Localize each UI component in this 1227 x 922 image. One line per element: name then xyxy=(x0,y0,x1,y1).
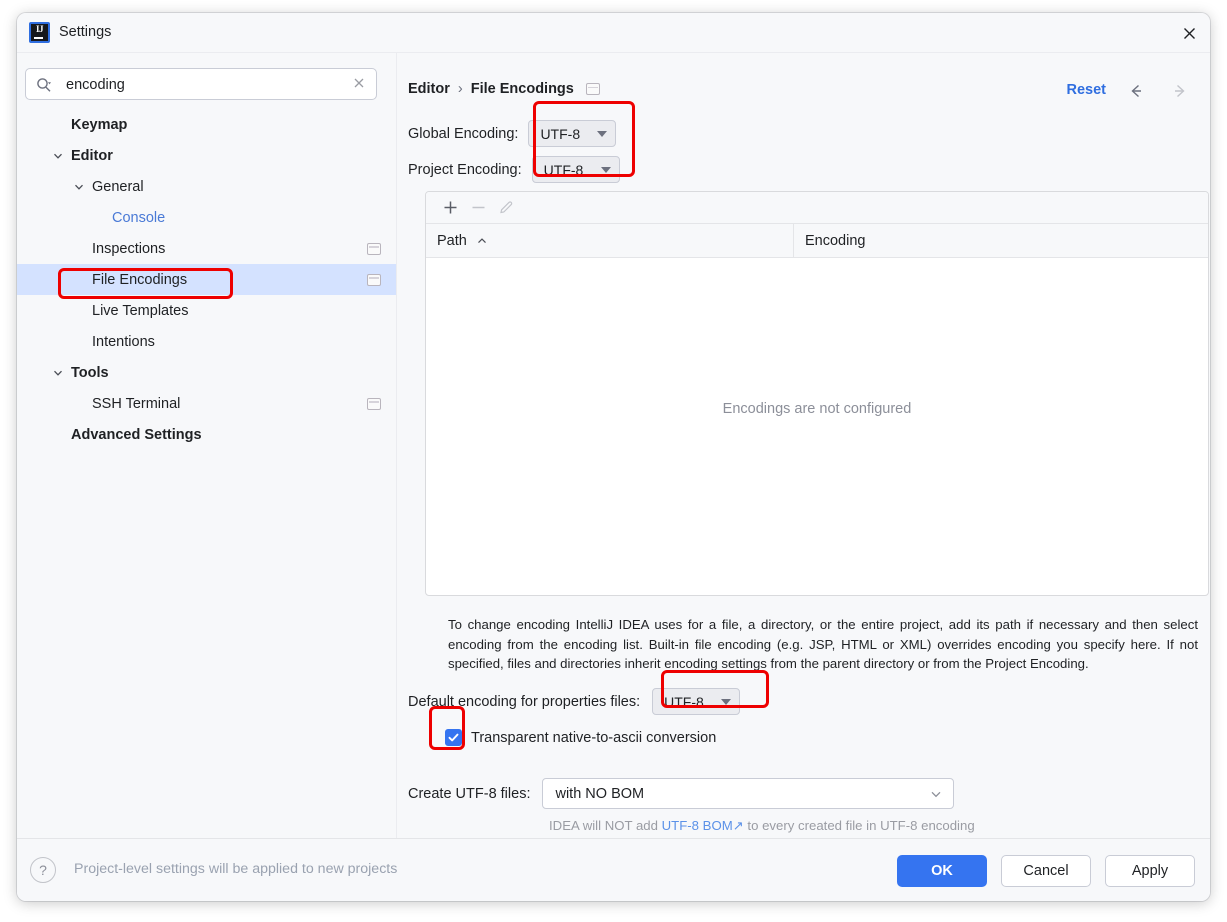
pencil-icon xyxy=(492,196,520,220)
screenshot-root: IJ Settings KeymapEditorGener xyxy=(0,0,1227,922)
settings-tree[interactable]: Keymap Editor General Console Inspections Fil… xyxy=(17,109,396,839)
default-properties-encoding-label: Default encoding for properties files: xyxy=(408,693,641,710)
breadcrumb-current: File Encodings xyxy=(470,81,574,97)
default-properties-encoding-dropdown[interactable]: UTF-8 xyxy=(652,688,741,715)
project-encoding-value: UTF-8 xyxy=(543,161,584,178)
project-scope-badge-icon xyxy=(585,83,600,95)
breadcrumb-separator: › xyxy=(457,81,463,97)
chevron-down-icon[interactable] xyxy=(72,180,86,194)
content-pane: Editor › File Encodings Reset Global Enc… xyxy=(397,53,1210,839)
encodings-description: To change encoding IntelliJ IDEA uses fo… xyxy=(448,617,1198,671)
project-scope-badge-icon xyxy=(367,397,381,410)
logo-text: IJ xyxy=(35,24,44,34)
sidebar-item-label: File Encodings xyxy=(92,271,188,288)
encodings-table-toolbar xyxy=(426,192,1208,224)
sidebar-item-label: Console xyxy=(112,209,166,226)
ok-button[interactable]: OK xyxy=(897,855,987,887)
plus-icon[interactable] xyxy=(436,196,464,220)
create-utf8-files-label: Create UTF-8 files: xyxy=(408,785,531,802)
breadcrumb-parent[interactable]: Editor xyxy=(408,81,450,97)
arrow-left-icon[interactable] xyxy=(1126,81,1146,101)
sidebar-item-general[interactable]: General xyxy=(17,171,396,202)
close-icon[interactable] xyxy=(1176,20,1202,46)
create-utf8-files-hint: IDEA will NOT add UTF-8 BOM↗ to every cr… xyxy=(549,818,975,834)
external-link-icon: ↗ xyxy=(732,818,744,833)
footer-note: Project-level settings will be applied t… xyxy=(74,861,398,877)
settings-dialog: IJ Settings KeymapEditorGener xyxy=(17,13,1210,901)
search-field[interactable] xyxy=(25,68,377,101)
search-input[interactable] xyxy=(64,69,348,101)
sidebar-item-label: General xyxy=(92,178,144,195)
hint-text-after: to every created file in UTF-8 encoding xyxy=(743,818,975,833)
sidebar-item-live-templates[interactable]: Live Templates xyxy=(17,295,396,326)
logo-underline xyxy=(34,37,43,39)
project-encoding-row: Project Encoding: UTF-8 xyxy=(408,156,620,183)
sidebar-item-console[interactable]: Console xyxy=(17,202,396,233)
sidebar-item-label: Intentions xyxy=(92,333,155,350)
chevron-down-icon xyxy=(721,698,732,705)
project-scope-badge-icon xyxy=(367,273,381,286)
reset-link[interactable]: Reset xyxy=(1067,82,1107,98)
sidebar-item-file-encodings[interactable]: File Encodings xyxy=(17,264,396,295)
sidebar-item-inspections[interactable]: Inspections xyxy=(17,233,396,264)
window-title: Settings xyxy=(59,24,112,40)
breadcrumb: Editor › File Encodings xyxy=(408,81,600,97)
chevron-down-icon[interactable] xyxy=(51,149,65,163)
chevron-up-icon xyxy=(476,235,488,247)
intellij-idea-logo-icon: IJ xyxy=(29,22,50,43)
chevron-down-icon xyxy=(929,787,943,801)
default-properties-encoding-value: UTF-8 xyxy=(664,693,704,710)
sidebar-item-label: SSH Terminal xyxy=(92,395,181,412)
utf8-bom-link[interactable]: UTF-8 BOM xyxy=(662,818,733,833)
help-icon[interactable]: ? xyxy=(30,857,56,883)
cancel-button[interactable]: Cancel xyxy=(1001,855,1091,887)
sidebar-item-tools[interactable]: Tools xyxy=(17,357,396,388)
dialog-footer: ? Project-level settings will be applied… xyxy=(17,838,1210,901)
global-encoding-row: Global Encoding: UTF-8 xyxy=(408,120,617,147)
sidebar-item-ssh-terminal[interactable]: SSH Terminal xyxy=(17,388,396,419)
project-encoding-dropdown[interactable]: UTF-8 xyxy=(531,156,620,183)
create-utf8-files-dropdown[interactable]: with NO BOM xyxy=(542,778,955,809)
encodings-table-empty-message: Encodings are not configured xyxy=(722,401,912,417)
transparent-conversion-row[interactable]: Transparent native-to-ascii conversion xyxy=(445,729,716,746)
default-properties-encoding-row: Default encoding for properties files: U… xyxy=(408,688,741,715)
sidebar-item-label: Inspections xyxy=(92,240,166,257)
clear-search-icon[interactable] xyxy=(352,76,368,92)
chevron-down-icon xyxy=(600,166,611,173)
apply-button[interactable]: Apply xyxy=(1105,855,1195,887)
sidebar-item-label: Live Templates xyxy=(92,302,189,319)
arrow-right-icon xyxy=(1170,81,1190,101)
project-scope-badge-icon xyxy=(367,242,381,255)
transparent-conversion-label: Transparent native-to-ascii conversion xyxy=(471,729,717,746)
global-encoding-label: Global Encoding: xyxy=(408,125,519,142)
sidebar-item-label: Tools xyxy=(71,364,109,381)
create-utf8-files-value: with NO BOM xyxy=(555,785,645,802)
global-encoding-value: UTF-8 xyxy=(540,125,581,142)
column-header-encoding[interactable]: Encoding xyxy=(794,233,865,249)
search-icon xyxy=(35,76,53,94)
title-bar: IJ Settings xyxy=(17,13,1210,53)
minus-icon xyxy=(464,196,492,220)
global-encoding-dropdown[interactable]: UTF-8 xyxy=(528,120,617,147)
column-header-path[interactable]: Path xyxy=(426,224,794,257)
column-header-path-label: Path xyxy=(437,232,467,249)
transparent-conversion-checkbox[interactable] xyxy=(445,729,462,746)
sidebar-item-label: Editor xyxy=(71,147,113,164)
chevron-down-icon[interactable] xyxy=(51,366,65,380)
sidebar-item-editor[interactable]: Editor xyxy=(17,140,396,171)
chevron-down-icon xyxy=(597,130,608,137)
sidebar-item-advanced-settings[interactable]: Advanced Settings xyxy=(17,419,396,450)
hint-text-before: IDEA will NOT add xyxy=(549,818,662,833)
encodings-table-panel: Path Encoding Encodings are not configur… xyxy=(425,191,1209,596)
sidebar-item-label: Advanced Settings xyxy=(71,426,202,443)
project-encoding-label: Project Encoding: xyxy=(408,161,522,178)
sidebar-item-intentions[interactable]: Intentions xyxy=(17,326,396,357)
sidebar-item-keymap[interactable]: Keymap xyxy=(17,109,396,140)
sidebar-item-label: Keymap xyxy=(71,116,128,133)
create-utf8-files-row: Create UTF-8 files: with NO BOM xyxy=(408,778,955,809)
